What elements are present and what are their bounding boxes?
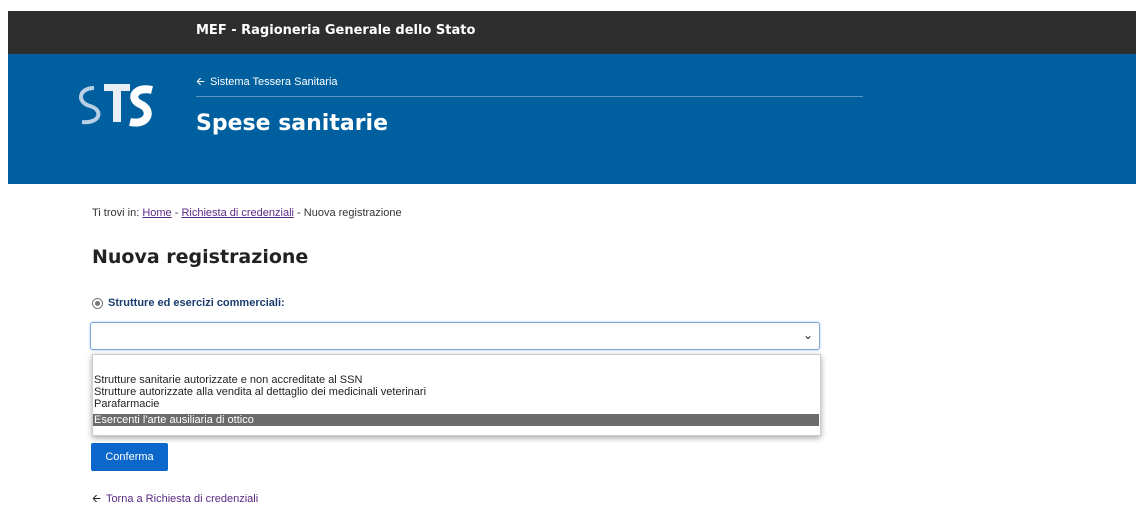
dropdown-option[interactable]: Strutture autorizzate alla vendita al de… xyxy=(93,386,819,398)
radio-strutture-row[interactable]: Strutture ed esercizi commerciali: xyxy=(92,297,285,309)
dropdown-option[interactable]: Parafarmacie xyxy=(93,398,819,410)
dropdown-option-highlighted[interactable]: Esercenti l'arte ausiliaria di ottico xyxy=(93,414,819,426)
back-to-credentials-label: Torna a Richiesta di credenziali xyxy=(105,493,259,505)
page-title: Nuova registrazione xyxy=(92,246,309,268)
radio-strutture-label: Strutture ed esercizi commerciali: xyxy=(108,297,285,309)
arrow-left-icon: 🡨 xyxy=(196,76,205,88)
confirm-button[interactable]: Conferma xyxy=(91,443,168,471)
chevron-down-icon: ⌄ xyxy=(802,328,813,342)
breadcrumb-current: Nuova registrazione xyxy=(303,207,402,219)
top-bar-title: MEF - Ragioneria Generale dello Stato xyxy=(196,23,476,38)
site-header: 🡨 Sistema Tessera Sanitaria Spese sanitar… xyxy=(8,54,1136,184)
sts-logo[interactable] xyxy=(74,76,164,136)
breadcrumb-home-link[interactable]: Home xyxy=(142,207,171,219)
top-bar: MEF - Ragioneria Generale dello Stato xyxy=(8,11,1136,54)
back-link-sts[interactable]: 🡨 Sistema Tessera Sanitaria xyxy=(196,73,338,92)
dropdown-option[interactable]: Strutture sanitarie autorizzate e non ac… xyxy=(93,374,819,386)
breadcrumb-separator: - xyxy=(297,207,301,219)
breadcrumb-credentials-link[interactable]: Richiesta di credenziali xyxy=(181,207,294,219)
back-link-sts-label: Sistema Tessera Sanitaria xyxy=(209,76,338,88)
arrow-left-icon: 🡨 xyxy=(92,493,101,505)
radio-button[interactable] xyxy=(92,297,103,309)
breadcrumb-prefix: Ti trovi in: xyxy=(92,207,140,219)
strutture-select[interactable]: ⌄ xyxy=(90,322,820,350)
select-dropdown-list: Strutture sanitarie autorizzate e non ac… xyxy=(92,354,821,436)
breadcrumb: Ti trovi in: Home - Richiesta di credenz… xyxy=(92,207,402,219)
app-title: Spese sanitarie xyxy=(196,111,389,136)
back-to-credentials-link[interactable]: 🡨 Torna a Richiesta di credenziali xyxy=(92,490,258,509)
breadcrumb-separator: - xyxy=(174,207,179,219)
header-divider xyxy=(196,96,863,97)
